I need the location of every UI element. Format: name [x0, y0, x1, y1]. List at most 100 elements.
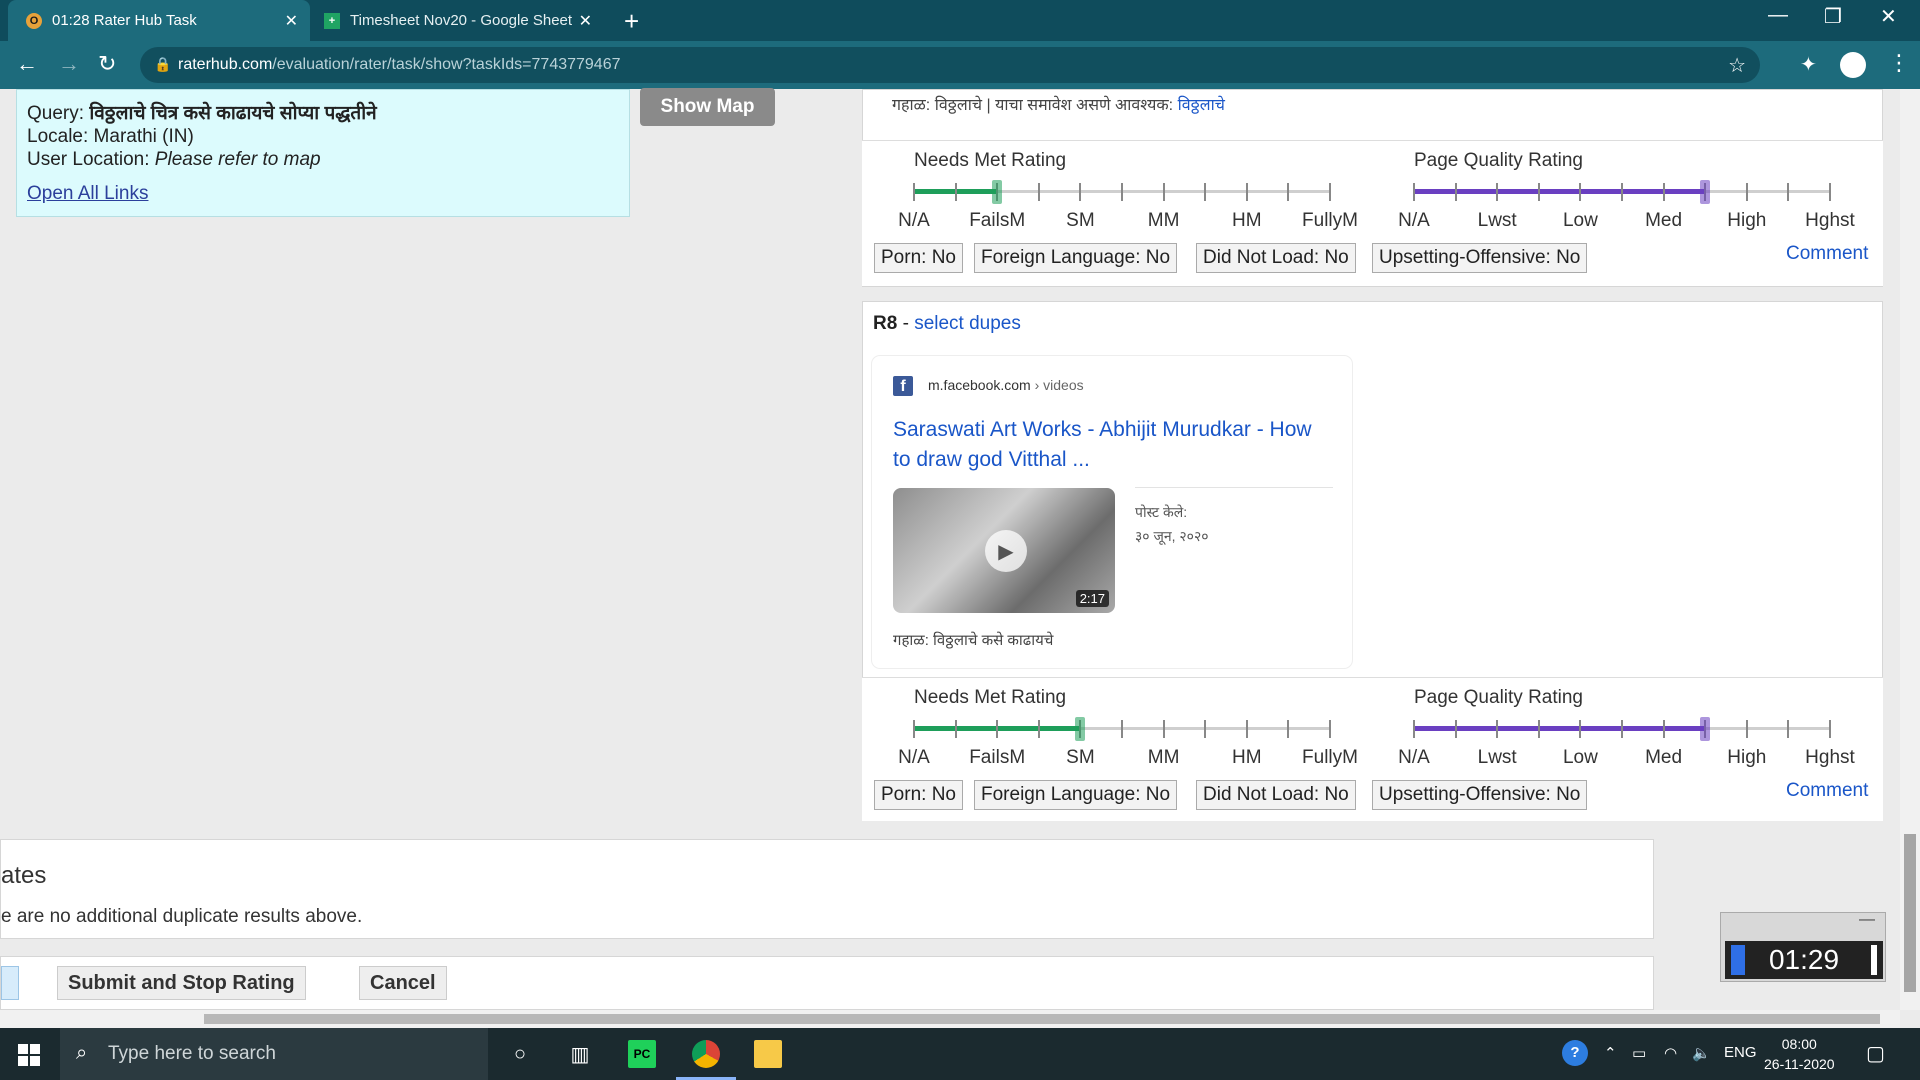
- taskbar-search-field[interactable]: ⌕ Type here to search: [60, 1028, 488, 1080]
- page-quality-slider[interactable]: [1413, 180, 1831, 204]
- forward-arrow-icon[interactable]: →: [58, 51, 80, 77]
- comment-link[interactable]: Comment: [1786, 780, 1868, 802]
- header-dash: -: [902, 313, 909, 334]
- open-all-links[interactable]: Open All Links: [27, 182, 619, 205]
- needs-met-label: FullyM: [1302, 747, 1358, 768]
- user-location-label: User Location:: [27, 149, 150, 170]
- slider-tick: [1787, 720, 1790, 738]
- slider-tick: [1204, 183, 1207, 201]
- page-quality-title: Page Quality Rating: [1414, 687, 1583, 708]
- sheets-favicon-icon: +: [324, 12, 340, 29]
- cancel-button[interactable]: Cancel: [359, 966, 447, 1000]
- slider-handle[interactable]: [1075, 717, 1086, 741]
- flag-toggle-0[interactable]: Porn: No: [874, 780, 963, 810]
- task-view-icon[interactable]: ▥: [566, 1040, 594, 1068]
- facebook-icon: f: [893, 376, 913, 396]
- minimize-window-icon[interactable]: —: [1768, 4, 1788, 27]
- close-window-icon[interactable]: ✕: [1880, 4, 1897, 29]
- search-icon: ⌕: [76, 1042, 88, 1064]
- needs-met-title: Needs Met Rating: [914, 687, 1067, 708]
- video-thumbnail[interactable]: ▶ 2:17: [893, 488, 1115, 613]
- page-quality-title: Page Quality Rating: [1414, 150, 1583, 171]
- slider-tick: [1745, 183, 1748, 201]
- needs-met-slider[interactable]: [913, 717, 1331, 741]
- lock-icon: 🔒: [154, 56, 172, 72]
- needs-met-label: FailsM: [969, 210, 1026, 231]
- volume-icon[interactable]: 🔈: [1692, 1044, 1711, 1062]
- reload-icon[interactable]: ↻: [98, 51, 116, 77]
- extensions-puzzle-icon[interactable]: ✦: [1800, 52, 1817, 77]
- timer-left-marker: [1731, 945, 1745, 975]
- slider-tick: [1621, 183, 1623, 201]
- profile-avatar[interactable]: [1840, 52, 1866, 78]
- flag-toggle-1[interactable]: Foreign Language: No: [974, 780, 1178, 810]
- scrollbar-thumb[interactable]: [1904, 834, 1916, 992]
- show-map-button[interactable]: Show Map: [640, 88, 775, 126]
- submit-and-stop-button[interactable]: Submit and Stop Rating: [57, 966, 306, 1000]
- slider-handle[interactable]: [1700, 180, 1711, 204]
- close-icon[interactable]: ✕: [285, 11, 298, 31]
- page-quality-label: Lwst: [1477, 210, 1517, 231]
- scrollbar-thumb[interactable]: [204, 1014, 1880, 1024]
- page-quality-label: High: [1727, 747, 1767, 768]
- file-explorer-icon[interactable]: [754, 1040, 782, 1068]
- needs-met-label: SM: [1066, 747, 1095, 768]
- tab-rater-hub[interactable]: O 01:28 Rater Hub Task ✕: [8, 0, 310, 41]
- slider-tick: [1245, 720, 1248, 738]
- posted-label: पोस्ट केले:: [1135, 504, 1188, 520]
- bookmark-star-icon[interactable]: ☆: [1728, 53, 1746, 78]
- taskbar-clock[interactable]: 08:00 26-11-2020: [1764, 1034, 1835, 1074]
- slider-tick: [1621, 720, 1623, 738]
- missing-term-link[interactable]: विठ्ठलाचे: [1178, 97, 1225, 114]
- tray-expand-icon[interactable]: ⌃: [1604, 1044, 1617, 1062]
- slider-tick: [1287, 183, 1290, 201]
- pycharm-icon[interactable]: PC: [628, 1040, 656, 1068]
- submit-primary-button-edge[interactable]: [1, 966, 19, 1000]
- horizontal-scrollbar[interactable]: [0, 1010, 1900, 1028]
- result-title-link[interactable]: Saraswati Art Works - Abhijit Murudkar -…: [893, 415, 1313, 475]
- needs-met-label: HM: [1232, 210, 1262, 231]
- browser-menu-icon[interactable]: ⋮: [1888, 50, 1910, 76]
- needs-met-slider[interactable]: [913, 180, 1331, 204]
- notifications-icon[interactable]: ▢: [1866, 1041, 1885, 1066]
- slider-tick: [913, 183, 915, 201]
- slider-tick: [1329, 183, 1331, 201]
- flag-toggle-0[interactable]: Porn: No: [874, 243, 963, 273]
- flag-toggle-3[interactable]: Upsetting-Offensive: No: [1372, 243, 1588, 273]
- help-icon[interactable]: ?: [1562, 1040, 1588, 1066]
- tab-timesheet[interactable]: + Timesheet Nov20 - Google Sheet ✕: [314, 0, 604, 41]
- vertical-scrollbar[interactable]: [1900, 89, 1920, 1010]
- comment-link[interactable]: Comment: [1786, 243, 1868, 265]
- flag-toggle-3[interactable]: Upsetting-Offensive: No: [1372, 780, 1588, 810]
- back-arrow-icon[interactable]: ←: [16, 51, 38, 77]
- language-indicator[interactable]: ENG: [1724, 1044, 1757, 1061]
- slider-tick: [1579, 720, 1582, 738]
- page-quality-slider[interactable]: [1413, 717, 1831, 741]
- close-icon[interactable]: ✕: [579, 11, 592, 31]
- select-dupes-link[interactable]: select dupes: [914, 313, 1021, 334]
- locale-text: Locale: Marathi (IN): [27, 126, 194, 147]
- battery-icon[interactable]: ▭: [1632, 1044, 1646, 1062]
- windows-taskbar: ⌕ Type here to search ○ ▥ PC ? ⌃ ▭ ◠ 🔈 E…: [0, 1028, 1920, 1080]
- windows-start-icon[interactable]: [18, 1044, 40, 1066]
- restore-window-icon[interactable]: ❐: [1824, 4, 1842, 29]
- flag-toggle-2[interactable]: Did Not Load: No: [1196, 780, 1356, 810]
- flag-toggle-2[interactable]: Did Not Load: No: [1196, 243, 1356, 273]
- slider-handle[interactable]: [1700, 717, 1711, 741]
- page-quality-label: Med: [1645, 747, 1683, 768]
- cortana-icon[interactable]: ○: [506, 1040, 534, 1068]
- slider-tick: [1787, 183, 1790, 201]
- needs-met-label: N/A: [898, 747, 930, 768]
- needs-met-label: FailsM: [969, 747, 1026, 768]
- new-tab-icon[interactable]: +: [624, 6, 639, 37]
- url-field[interactable]: 🔒 raterhub.com/evaluation/rater/task/sho…: [140, 47, 1760, 83]
- submit-bar: Submit and Stop Rating Cancel: [0, 956, 1654, 1010]
- play-icon[interactable]: ▶: [985, 530, 1027, 572]
- flag-toggle-1[interactable]: Foreign Language: No: [974, 243, 1178, 273]
- wifi-icon[interactable]: ◠: [1664, 1044, 1677, 1062]
- chrome-icon[interactable]: [692, 1040, 720, 1068]
- duplicates-section: ates e are no additional duplicate resul…: [0, 839, 1654, 939]
- timer-minimize-icon[interactable]: —: [1859, 911, 1875, 929]
- slider-handle[interactable]: [992, 180, 1003, 204]
- needs-met-label: N/A: [898, 210, 930, 231]
